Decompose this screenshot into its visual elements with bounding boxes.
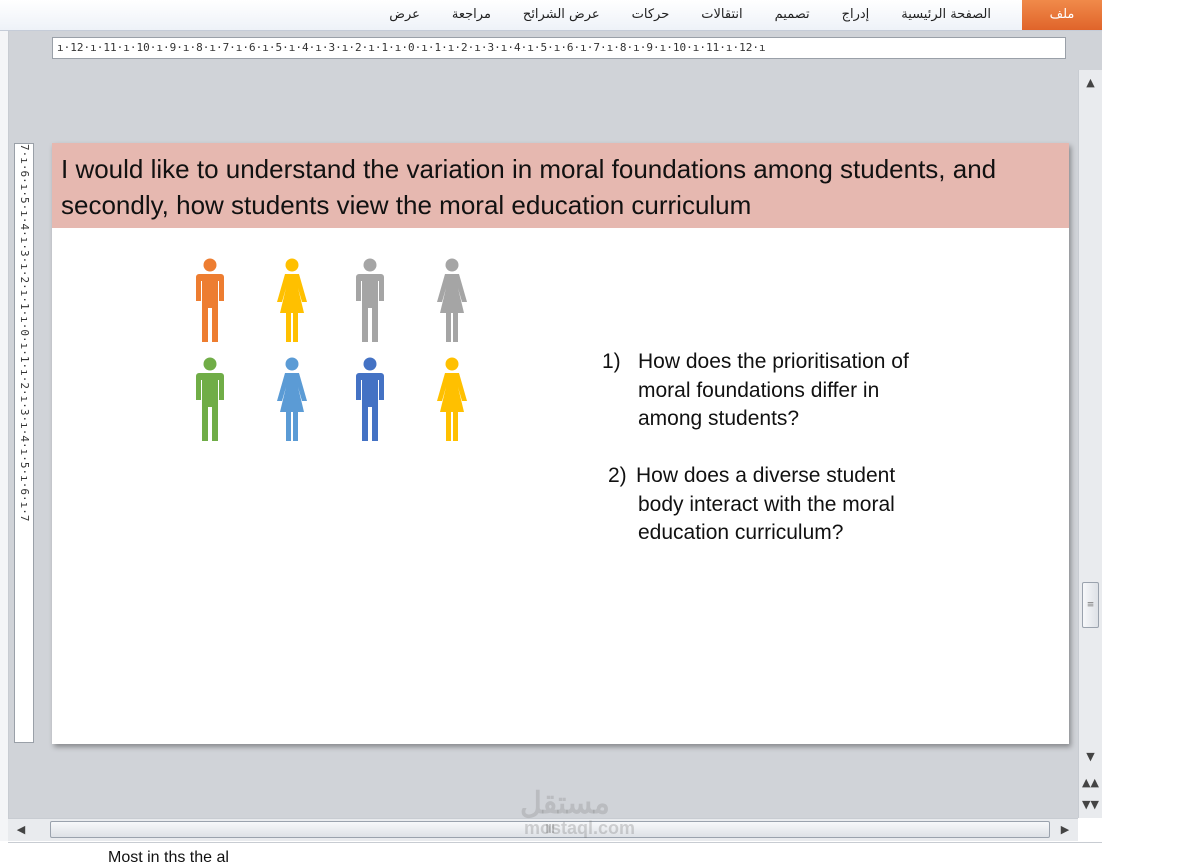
woman-icon (437, 258, 467, 342)
figure-shape (437, 258, 467, 342)
question-number: 2) (608, 464, 627, 487)
right-blank-area (1102, 0, 1198, 864)
ribbon-tab-bar: ملف الصفحة الرئيسية إدراج تصميم انتقالات… (0, 0, 1102, 31)
tab-insert[interactable]: إدراج (826, 0, 886, 30)
people-figures (182, 258, 482, 458)
slide-title[interactable]: I would like to understand the variation… (61, 151, 1056, 223)
figure-shape (277, 357, 307, 441)
woman-icon (277, 357, 307, 441)
vertical-scroll-thumb[interactable]: ≡ (1082, 582, 1099, 628)
question-line: among students? (638, 407, 800, 430)
horizontal-ruler-scale: ı·12·ı·11·ı·10·ı·9·ı·8·ı·7·ı·6·ı·5·ı·4·ı… (57, 41, 766, 54)
figure-shape (196, 357, 224, 441)
scroll-left-icon[interactable]: ◀ (10, 819, 32, 841)
vertical-scrollbar[interactable]: ▲ ≡ ▼ ▲▲ ▼▼ (1078, 70, 1102, 818)
tab-transitions[interactable]: انتقالات (685, 0, 758, 30)
tab-home[interactable]: الصفحة الرئيسية (885, 0, 1007, 30)
scroll-up-icon[interactable]: ▲ (1079, 72, 1102, 94)
man-icon (196, 357, 224, 441)
file-tab[interactable]: ملف (1022, 0, 1102, 30)
research-question-1[interactable]: 1) How does the prioritisation of moral f… (602, 348, 962, 434)
ribbon-tabs: الصفحة الرئيسية إدراج تصميم انتقالات حرك… (373, 0, 1007, 30)
man-icon (196, 258, 224, 342)
tab-animations[interactable]: حركات (616, 0, 686, 30)
tab-review[interactable]: مراجعة (436, 0, 507, 30)
question-line: How does the prioritisation of (638, 350, 909, 373)
woman-icon (437, 357, 467, 441)
scroll-right-icon[interactable]: ▶ (1054, 819, 1076, 841)
figure-shape (196, 258, 224, 342)
notes-text: Most in ths the al (108, 849, 229, 866)
previous-slide-icon[interactable]: ▲▲ (1079, 772, 1102, 794)
left-pane-edge (0, 31, 9, 841)
figure-shape (356, 258, 384, 342)
watermark-url: mostaql.com (524, 818, 636, 838)
question-line: How does a diverse student (636, 464, 896, 487)
horizontal-ruler[interactable]: ı·12·ı·11·ı·10·ı·9·ı·8·ı·7·ı·6·ı·5·ı·4·ı… (52, 37, 1066, 59)
question-line: body interact with the moral (638, 492, 895, 516)
research-question-2[interactable]: 2) How does a diverse student body intera… (608, 462, 968, 548)
woman-icon (277, 258, 307, 342)
figure-shape (356, 357, 384, 441)
question-line: education curriculum? (638, 521, 844, 544)
figure-shape (277, 258, 307, 342)
man-icon (356, 258, 384, 342)
vertical-ruler-scale: 7·ı·6·ı·5·ı·4·ı·3·ı·2·ı·1·ı·0·ı·1·ı·2·ı·… (18, 144, 31, 522)
tab-view[interactable]: عرض (373, 0, 436, 30)
tab-design[interactable]: تصميم (759, 0, 826, 30)
watermark-logo: مستقل (520, 787, 610, 820)
tab-slide-show[interactable]: عرض الشرائح (507, 0, 616, 30)
question-line: moral foundations differ in (638, 378, 880, 402)
notes-pane[interactable]: Most in ths the al (8, 842, 1102, 866)
question-number: 1) (602, 350, 621, 373)
scroll-down-icon[interactable]: ▼ (1079, 746, 1102, 768)
figure-shape (437, 357, 467, 441)
slide-canvas[interactable]: I would like to understand the variation… (52, 143, 1069, 744)
vertical-ruler[interactable]: 7·ı·6·ı·5·ı·4·ı·3·ı·2·ı·1·ı·0·ı·1·ı·2·ı·… (14, 143, 34, 743)
man-icon (356, 357, 384, 441)
next-slide-icon[interactable]: ▼▼ (1079, 794, 1102, 816)
